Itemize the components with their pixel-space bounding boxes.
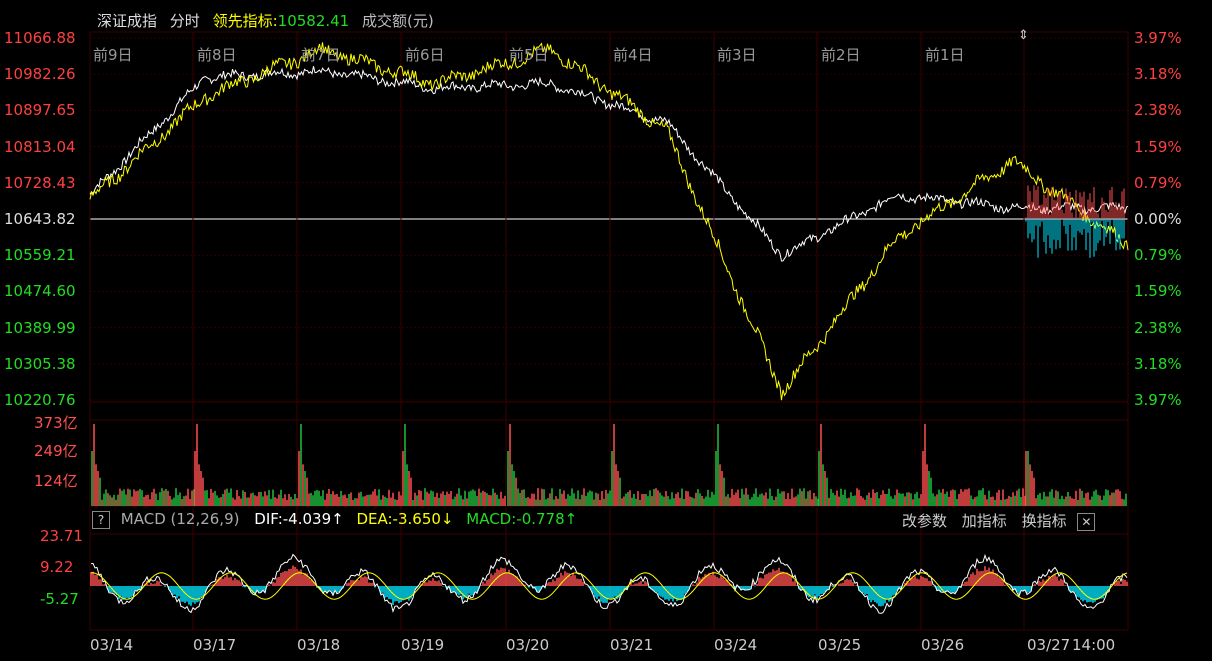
leading-indicator-line [89,42,1129,401]
mode-label[interactable]: 分时 [170,12,200,30]
date-label: 03/18 [297,636,341,654]
day-label: 前5日 [509,46,549,64]
scroll-handle-icon[interactable]: ⇕ [1018,28,1029,43]
macd-axis-label: 23.71 [40,527,83,545]
help-button[interactable]: ? [92,511,110,529]
percent-label: 2.38% [1134,101,1182,120]
macd-header: ? MACD (12,26,9) DIF:-4.039↑ DEA:-3.650↓… [92,510,577,529]
day-label: 前9日 [93,46,133,64]
date-label: 03/19 [401,636,445,654]
index-name[interactable]: 深证成指 [97,12,157,30]
macd-name[interactable]: MACD (12,26,9) [121,510,240,528]
price-label: 10220.76 [4,391,76,409]
day-label: 前1日 [925,46,965,64]
day-label: 前6日 [405,46,445,64]
price-label: 10305.38 [4,354,76,373]
dif-value: DIF:-4.039↑ [254,510,344,528]
leading-value: 10582.41 [277,12,350,30]
date-label: 03/20 [506,636,550,654]
price-label: 10389.99 [4,318,76,337]
percent-label: 1.59% [1134,282,1182,301]
date-label: 03/21 [610,636,654,654]
macd-axis-label: 9.22 [40,558,74,576]
percent-label: 2.38% [1134,318,1182,337]
date-label: 03/26 [921,636,965,654]
price-label: 10474.60 [4,282,76,301]
date-label: 03/24 [714,636,758,654]
percent-label: 3.18% [1134,65,1182,84]
percent-label: 0.79% [1134,246,1182,265]
dea-value: DEA:-3.650↓ [356,510,454,528]
date-label: 03/25 [818,636,862,654]
date-label: 03/14 [90,636,134,654]
price-label: 10813.04 [4,137,76,156]
volume-label: 成交额(元) [362,12,434,30]
volume-label: 249亿 [34,442,78,460]
change-params-button[interactable]: 改参数 [902,512,947,530]
price-label: 10982.26 [4,65,76,84]
date-label: 14:00 [1072,636,1116,654]
percent-label: 0.00% [1134,210,1182,228]
volume-label: 373亿 [34,414,78,432]
price-label: 10643.82 [4,210,76,228]
date-label: 03/17 [193,636,237,654]
leading-label: 领先指标: [212,12,278,30]
day-label: 前3日 [717,46,757,64]
price-label: 10897.65 [4,101,76,120]
add-indicator-button[interactable]: 加指标 [962,512,1007,530]
macd-toolbar: 改参数 加指标 换指标 ✕ [902,510,1096,531]
percent-label: 3.18% [1134,354,1182,373]
chart-canvas [89,31,1129,631]
macd-axis-label: -5.27 [40,590,79,608]
volume-label: 124亿 [34,472,78,490]
percent-label: 0.79% [1134,173,1182,192]
day-label: 前7日 [301,46,341,64]
close-icon[interactable]: ✕ [1077,513,1096,531]
switch-indicator-button[interactable]: 换指标 [1022,512,1067,530]
index-line [89,66,1129,262]
percent-label: 3.97% [1134,29,1182,47]
price-label: 10559.21 [4,246,76,265]
price-label: 11066.88 [4,29,76,47]
macd-value: MACD:-0.778↑ [466,510,578,528]
percent-label: 1.59% [1134,137,1182,156]
day-label: 前2日 [821,46,861,64]
day-label: 前8日 [197,46,237,64]
header-bar: 深证成指 分时 领先指标:10582.41 成交额(元) [97,10,434,31]
day-label: 前4日 [613,46,653,64]
price-label: 10728.43 [4,173,76,192]
date-label: 03/27 [1027,636,1071,654]
percent-label: 3.97% [1134,391,1182,409]
